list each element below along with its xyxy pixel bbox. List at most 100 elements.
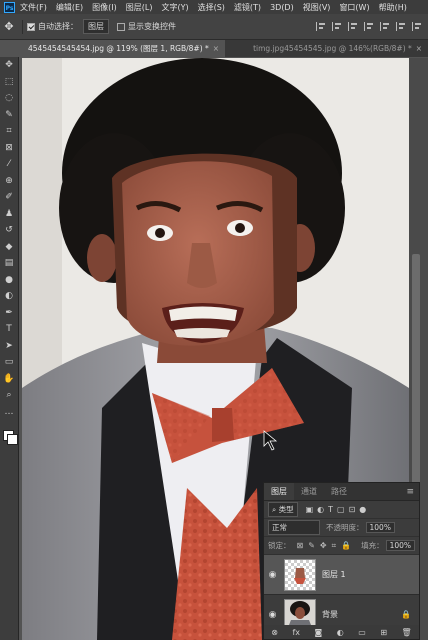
lock-icons: ⊠ ✎ ✥ ⌗ 🔒 <box>297 541 352 551</box>
align-top-icon[interactable] <box>364 22 374 31</box>
menu-help[interactable]: 帮助(H) <box>379 2 407 13</box>
background-color-swatch[interactable] <box>7 434 18 445</box>
lasso-tool-icon[interactable]: ◌ <box>0 90 18 107</box>
menu-select[interactable]: 选择(S) <box>198 2 225 13</box>
auto-select-dropdown[interactable]: 图层 <box>83 19 109 34</box>
quick-select-tool-icon[interactable]: ✎ <box>0 107 18 124</box>
menu-file[interactable]: 文件(F) <box>20 2 47 13</box>
history-brush-icon[interactable]: ↺ <box>0 222 18 239</box>
move-tool-icon[interactable]: ✥ <box>0 57 18 74</box>
more-tools-icon[interactable]: … <box>0 404 18 421</box>
path-select-icon[interactable]: ➤ <box>0 338 18 355</box>
align-buttons <box>316 22 422 31</box>
menu-image[interactable]: 图像(I) <box>92 2 117 13</box>
lock-icon: 🔒 <box>401 610 411 619</box>
marquee-tool-icon[interactable]: ⬚ <box>0 74 18 91</box>
opacity-label: 不透明度： <box>326 523 364 532</box>
new-group-icon[interactable]: ▭ <box>358 628 366 637</box>
menu-window[interactable]: 窗口(W) <box>339 2 369 13</box>
menu-view[interactable]: 视图(V) <box>303 2 331 13</box>
clone-stamp-icon[interactable]: ♟ <box>0 206 18 223</box>
layers-panel: 图层 通道 路径 ≡ ⌕ 类型 ▣ ◐ T ▢ ⊡ ● 正常 不透明度： 100… <box>263 482 420 640</box>
lock-image-icon[interactable]: ✎ <box>308 541 315 551</box>
pen-tool-icon[interactable]: ✒ <box>0 305 18 322</box>
link-layers-icon[interactable]: ⊗ <box>271 628 278 637</box>
layer-row-layer1[interactable]: ◉ 图层 1 <box>264 555 419 595</box>
menu-type[interactable]: 文字(Y) <box>161 2 188 13</box>
delete-layer-icon[interactable]: 🗑 <box>402 628 412 637</box>
layer-filter-row: ⌕ 类型 ▣ ◐ T ▢ ⊡ ● <box>264 501 419 519</box>
new-layer-icon[interactable]: ⊞ <box>380 628 387 637</box>
frame-tool-icon[interactable]: ⊠ <box>0 140 18 157</box>
gradient-tool-icon[interactable]: ▤ <box>0 255 18 272</box>
layer-style-icon[interactable]: fx <box>292 628 300 637</box>
tab-document-1[interactable]: 4545454545454.jpg @ 119% (图层 1, RGB/8#) … <box>0 40 226 57</box>
align-right-icon[interactable] <box>348 22 358 31</box>
filter-smart-object-icon[interactable]: ⊡ <box>349 505 356 514</box>
panel-menu-icon[interactable]: ≡ <box>406 487 414 497</box>
layer-thumbnail <box>284 558 316 591</box>
lock-all-icon[interactable]: 🔒 <box>341 541 351 551</box>
layer-name: 图层 1 <box>322 570 346 579</box>
crop-tool-icon[interactable]: ⌗ <box>0 123 18 140</box>
lock-position-icon[interactable]: ✥ <box>320 541 327 551</box>
visibility-eye-icon[interactable]: ◉ <box>264 610 281 620</box>
show-transform-label: 显示变换控件 <box>128 22 176 31</box>
tab-label: timg.jpg45454545.jpg @ 146%(RGB/8#) * <box>253 44 412 53</box>
zoom-tool-icon[interactable]: ⌕ <box>0 387 18 404</box>
align-left-icon[interactable] <box>316 22 326 31</box>
divider <box>22 19 23 34</box>
distribute-icon[interactable] <box>412 22 422 31</box>
lock-artboard-icon[interactable]: ⌗ <box>332 541 337 551</box>
lock-label: 锁定： <box>268 541 291 550</box>
tab-channels[interactable]: 通道 <box>294 483 324 500</box>
brush-tool-icon[interactable]: ✐ <box>0 189 18 206</box>
visibility-eye-icon[interactable]: ◉ <box>264 570 281 580</box>
type-tool-icon[interactable]: T <box>0 321 18 338</box>
auto-select-checkbox[interactable] <box>27 22 35 31</box>
hand-tool-icon[interactable]: ✋ <box>0 371 18 388</box>
filter-pixel-icon[interactable]: ▣ <box>306 505 314 514</box>
auto-select-label: 自动选择： <box>38 22 78 31</box>
options-bar: ✥ 自动选择： 图层 显示变换控件 <box>0 14 428 40</box>
menu-layer[interactable]: 图层(L) <box>126 2 153 13</box>
shape-tool-icon[interactable]: ▭ <box>0 354 18 371</box>
menu-edit[interactable]: 编辑(E) <box>56 2 83 13</box>
scrollbar-thumb[interactable] <box>412 254 420 494</box>
blend-mode-dropdown[interactable]: 正常 <box>268 520 320 535</box>
close-icon[interactable]: × <box>213 44 219 53</box>
close-icon[interactable]: × <box>416 44 422 53</box>
tools-panel: ✥ ⬚ ◌ ✎ ⌗ ⊠ ⁄ ⊕ ✐ ♟ ↺ ◆ ▤ ● ◐ ✒ T ➤ ▭ ✋ … <box>0 57 19 640</box>
eyedropper-tool-icon[interactable]: ⁄ <box>0 156 18 173</box>
move-tool-icon[interactable]: ✥ <box>0 20 18 33</box>
eraser-tool-icon[interactable]: ◆ <box>0 239 18 256</box>
menu-filter[interactable]: 滤镜(T) <box>234 2 261 13</box>
filter-adjustment-icon[interactable]: ◐ <box>317 505 324 514</box>
fill-label: 填充： <box>361 541 384 550</box>
filter-toggle-icon[interactable]: ● <box>359 505 366 514</box>
opacity-input[interactable]: 100% <box>365 522 395 533</box>
document-tabs: 4545454545454.jpg @ 119% (图层 1, RGB/8#) … <box>0 40 428 57</box>
healing-brush-icon[interactable]: ⊕ <box>0 173 18 190</box>
photoshop-logo-icon: Ps <box>4 1 15 13</box>
align-bottom-icon[interactable] <box>396 22 406 31</box>
tab-paths[interactable]: 路径 <box>324 483 354 500</box>
blend-opacity-row: 正常 不透明度： 100% <box>264 519 419 537</box>
align-middle-icon[interactable] <box>380 22 390 31</box>
menu-3d[interactable]: 3D(D) <box>270 3 294 12</box>
fill-input[interactable]: 100% <box>385 540 416 551</box>
tab-layers[interactable]: 图层 <box>264 483 294 500</box>
lock-transparent-icon[interactable]: ⊠ <box>297 541 304 551</box>
show-transform-checkbox[interactable] <box>117 22 125 31</box>
dodge-tool-icon[interactable]: ◐ <box>0 288 18 305</box>
layer-name: 背景 <box>322 610 338 619</box>
tab-document-2[interactable]: timg.jpg45454545.jpg @ 146%(RGB/8#) * × <box>225 40 428 57</box>
filter-icons: ▣ ◐ T ▢ ⊡ ● <box>306 505 367 514</box>
filter-type-icon[interactable]: T <box>328 505 333 514</box>
filter-shape-icon[interactable]: ▢ <box>337 505 345 514</box>
adjustment-layer-icon[interactable]: ◐ <box>337 628 344 637</box>
layer-kind-filter[interactable]: ⌕ 类型 <box>268 502 298 517</box>
blur-tool-icon[interactable]: ● <box>0 272 18 289</box>
add-mask-icon[interactable]: ◙ <box>315 628 323 637</box>
align-center-icon[interactable] <box>332 22 342 31</box>
